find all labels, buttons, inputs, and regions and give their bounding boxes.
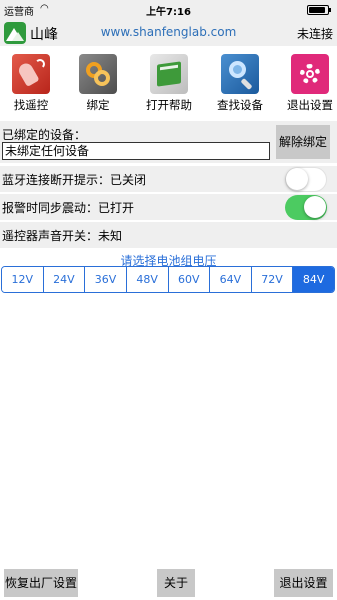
factory-reset-button[interactable]: 恢复出厂设置 [4, 569, 78, 597]
remote-sound-label: 遥控器声音开关：未知 [2, 229, 123, 243]
voltage-option-84v[interactable]: 84V [293, 267, 334, 292]
help-book-icon [150, 54, 188, 94]
exit-settings-toolbar-button[interactable]: 退出设置 [279, 50, 337, 116]
bind-label: 绑定 [86, 98, 110, 112]
alarm-vibrate-row: 报警时同步震动：已打开 [0, 194, 337, 220]
bound-device-section: 已绑定的设备： 未绑定任何设备 解除绑定 [0, 121, 337, 163]
exit-settings-toolbar-label: 退出设置 [287, 98, 333, 112]
magnifier-icon [221, 54, 259, 94]
bound-device-field: 未绑定任何设备 [2, 142, 270, 160]
unbind-button[interactable]: 解除绑定 [276, 125, 330, 159]
bluetooth-disconnect-row: 蓝牙连接断开提示：已关闭 [0, 166, 337, 192]
connection-status: 未连接 [296, 27, 333, 41]
voltage-option-72v[interactable]: 72V [251, 267, 294, 292]
website-link[interactable]: www.shanfenglab.com [0, 25, 337, 39]
find-device-label: 查找设备 [217, 98, 263, 112]
open-help-button[interactable]: 打开帮助 [138, 50, 200, 116]
link-rings-icon [79, 54, 117, 94]
remote-sound-row: 遥控器声音开关：未知 [0, 222, 337, 248]
title-bar: 山峰 www.shanfenglab.com 未连接 [0, 20, 337, 46]
voltage-option-60v[interactable]: 60V [168, 267, 211, 292]
alarm-vibrate-label: 报警时同步震动：已打开 [2, 201, 135, 215]
voltage-option-36v[interactable]: 36V [85, 267, 127, 292]
battery-icon [307, 5, 331, 15]
clock: 上午7:16 [146, 7, 191, 18]
remote-key-icon [12, 54, 50, 94]
find-remote-button[interactable]: 找遥控 [0, 50, 62, 116]
bind-button[interactable]: 绑定 [67, 50, 129, 116]
toolbar: 找遥控 绑定 打开帮助 查找设备 退出设置 [0, 50, 337, 116]
bound-device-label: 已绑定的设备： [2, 128, 87, 142]
alarm-vibrate-toggle[interactable] [285, 195, 327, 220]
gear-icon [291, 54, 329, 94]
find-device-button[interactable]: 查找设备 [209, 50, 271, 116]
status-bar: 运营商 ◠ 上午7:16 [0, 0, 337, 20]
find-remote-label: 找遥控 [13, 98, 49, 112]
bluetooth-disconnect-toggle[interactable] [285, 167, 327, 192]
open-help-label: 打开帮助 [146, 98, 192, 112]
about-button[interactable]: 关于 [157, 569, 195, 597]
toggle-knob [286, 168, 308, 190]
toggle-knob [304, 196, 326, 218]
voltage-option-48v[interactable]: 48V [126, 267, 169, 292]
bluetooth-disconnect-label: 蓝牙连接断开提示：已关闭 [2, 173, 147, 187]
voltage-option-64v[interactable]: 64V [210, 267, 252, 292]
battery-level [309, 7, 326, 13]
exit-settings-button[interactable]: 退出设置 [274, 569, 333, 597]
voltage-option-24v[interactable]: 24V [43, 267, 86, 292]
voltage-option-12v[interactable]: 12V [2, 267, 44, 292]
voltage-segmented-control: 12V 24V 36V 48V 60V 64V 72V 84V [1, 266, 335, 293]
